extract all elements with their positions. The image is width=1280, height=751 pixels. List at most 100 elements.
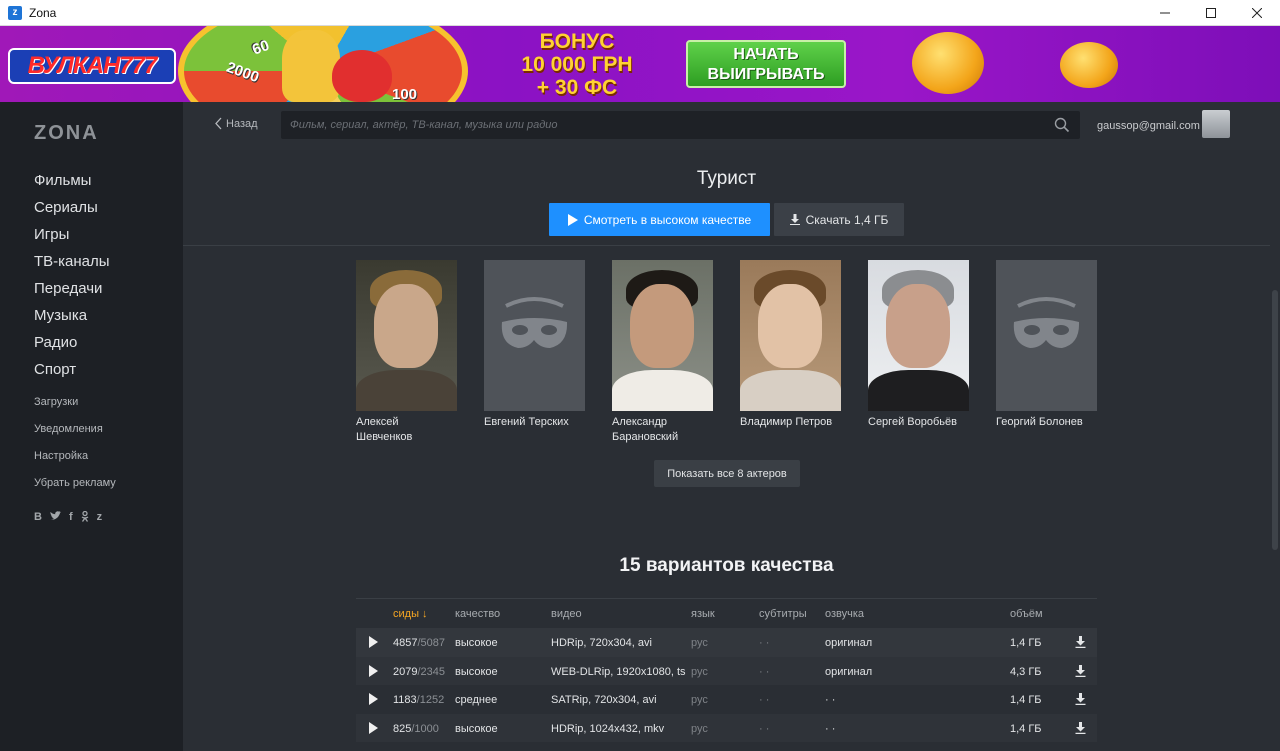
sidebar: ZONA Фильмы Сериалы Игры ТВ-каналы Перед… bbox=[0, 102, 183, 751]
voiceover-cell: оригинал bbox=[825, 637, 873, 649]
zona-social-icon[interactable]: z bbox=[97, 511, 103, 525]
play-icon[interactable] bbox=[369, 721, 378, 734]
banner-logo: ВУЛКАН777 bbox=[8, 48, 176, 84]
actor-photo bbox=[356, 260, 457, 411]
show-all-actors-button[interactable]: Показать все 8 актеров bbox=[654, 460, 800, 487]
actor-card[interactable]: Георгий Болонев bbox=[996, 260, 1097, 445]
peers-count: /5087 bbox=[417, 637, 446, 649]
table-row[interactable]: 4857/5087 высокое HDRip, 720x304, avi ру… bbox=[356, 628, 1097, 657]
download-icon[interactable] bbox=[1075, 721, 1086, 734]
coin-image bbox=[1060, 42, 1118, 88]
play-icon[interactable] bbox=[369, 693, 378, 705]
scrollbar[interactable] bbox=[1270, 150, 1280, 751]
download-button[interactable]: Скачать 1,4 ГБ bbox=[774, 203, 904, 236]
user-email[interactable]: gaussop@gmail.com bbox=[1097, 120, 1200, 132]
column-header-video[interactable]: видео bbox=[551, 608, 582, 620]
twitter-icon[interactable] bbox=[49, 511, 61, 525]
nav-item-downloads[interactable]: Загрузки bbox=[34, 396, 116, 423]
seeds-count: 2079 bbox=[393, 665, 418, 678]
column-header-voiceover[interactable]: озвучка bbox=[825, 608, 864, 620]
seeds-count: 4857 bbox=[393, 637, 418, 649]
actor-card[interactable]: Евгений Терских bbox=[484, 260, 585, 445]
nav-item-sport[interactable]: Спорт bbox=[34, 361, 110, 388]
actor-photo-placeholder bbox=[484, 260, 585, 411]
zona-app-icon: z bbox=[8, 5, 22, 20]
download-icon[interactable] bbox=[1075, 664, 1086, 677]
strawberry-mascot-image bbox=[332, 50, 392, 102]
bonus-line: 10 000 ГРН bbox=[521, 53, 633, 76]
odnoklassniki-icon[interactable] bbox=[81, 510, 89, 525]
banner-cta-button[interactable]: НАЧАТЬ ВЫИГРЫВАТЬ bbox=[686, 40, 846, 88]
column-header-language[interactable]: язык bbox=[691, 608, 715, 620]
quality-section-title: 15 вариантов качества bbox=[619, 555, 834, 576]
play-icon[interactable] bbox=[369, 636, 378, 648]
play-icon bbox=[567, 213, 578, 226]
nav-item-remove-ads[interactable]: Убрать рекламу bbox=[34, 477, 116, 504]
actor-photo-placeholder bbox=[996, 260, 1097, 411]
scrollbar-thumb[interactable] bbox=[1272, 290, 1278, 550]
watch-button[interactable]: Смотреть в высоком качестве bbox=[549, 203, 770, 236]
maximize-icon[interactable] bbox=[1188, 0, 1234, 26]
table-row[interactable]: 1183/1252 среднее SATRip, 720x304, avi р… bbox=[356, 685, 1097, 714]
window-titlebar: z Zona bbox=[0, 0, 1280, 26]
column-header-size[interactable]: объём bbox=[1010, 608, 1043, 620]
nav-item-games[interactable]: Игры bbox=[34, 226, 110, 253]
actor-name: Георгий Болонев bbox=[996, 416, 1083, 428]
search-input[interactable] bbox=[281, 111, 1041, 139]
nav-item-notifications[interactable]: Уведомления bbox=[34, 423, 116, 450]
actor-card[interactable]: Алексей Шевченков bbox=[356, 260, 457, 445]
download-icon[interactable] bbox=[1075, 636, 1086, 648]
column-header-seeds[interactable]: сиды ↓ bbox=[393, 608, 428, 620]
subtitles-cell: · · bbox=[759, 694, 770, 706]
vk-icon[interactable]: В bbox=[34, 511, 42, 525]
back-button[interactable]: Назад bbox=[215, 117, 258, 130]
back-label: Назад bbox=[226, 117, 258, 130]
actor-card[interactable]: Александр Барановский bbox=[612, 260, 713, 445]
cta-line: НАЧАТЬ bbox=[733, 46, 799, 63]
nav-item-tv-channels[interactable]: ТВ-каналы bbox=[34, 253, 110, 280]
social-links: В f z bbox=[34, 510, 103, 525]
minimize-icon[interactable] bbox=[1142, 0, 1188, 26]
banana-mascot-image bbox=[282, 30, 340, 102]
nav-item-radio[interactable]: Радио bbox=[34, 334, 110, 361]
actor-card[interactable]: Владимир Петров bbox=[740, 260, 841, 445]
window-title: Zona bbox=[29, 5, 57, 20]
download-icon[interactable] bbox=[1075, 693, 1086, 705]
actor-name: Сергей Воробьёв bbox=[868, 416, 957, 428]
nav-item-music[interactable]: Музыка bbox=[34, 307, 110, 334]
nav-item-series[interactable]: Сериалы bbox=[34, 199, 110, 226]
peers-count: /1252 bbox=[416, 694, 445, 706]
seeds-count: 1183 bbox=[393, 694, 417, 706]
zona-logo[interactable]: ZONA bbox=[34, 122, 99, 145]
actor-photo-part bbox=[356, 370, 457, 411]
column-header-quality[interactable]: качество bbox=[455, 608, 500, 620]
video-cell: WEB-DLRip, 1920x1080, ts bbox=[551, 665, 686, 678]
seeds-count: 825 bbox=[393, 722, 412, 735]
actor-card[interactable]: Сергей Воробьёв bbox=[868, 260, 969, 445]
play-icon[interactable] bbox=[369, 664, 378, 677]
language-cell: рус bbox=[691, 665, 708, 678]
nav-item-films[interactable]: Фильмы bbox=[34, 172, 110, 199]
close-icon[interactable] bbox=[1234, 0, 1280, 26]
quality-cell: высокое bbox=[455, 722, 498, 735]
download-button-label: Скачать 1,4 ГБ bbox=[805, 212, 889, 227]
quality-table-header: сиды ↓ качество видео язык субтитры озву… bbox=[356, 598, 1097, 628]
nav-item-shows[interactable]: Передачи bbox=[34, 280, 110, 307]
avatar[interactable] bbox=[1202, 110, 1230, 138]
search-icon[interactable] bbox=[1054, 117, 1070, 133]
table-row[interactable]: 2079/2345 высокое WEB-DLRip, 1920x1080, … bbox=[356, 656, 1097, 685]
peers-count: /2345 bbox=[417, 665, 446, 678]
table-row[interactable]: 825/1000 высокое HDRip, 1024x432, mkv ру… bbox=[356, 713, 1097, 742]
peers-count: /1000 bbox=[411, 722, 439, 735]
facebook-icon[interactable]: f bbox=[69, 511, 73, 525]
nav-item-settings[interactable]: Настройка bbox=[34, 450, 116, 477]
voiceover-cell: · · bbox=[825, 722, 836, 735]
secondary-nav: Загрузки Уведомления Настройка Убрать ре… bbox=[34, 396, 116, 504]
window-controls bbox=[1142, 0, 1280, 26]
actor-name: Александр Барановский bbox=[612, 416, 679, 443]
chevron-left-icon bbox=[215, 117, 222, 130]
coin-image bbox=[912, 32, 984, 94]
ad-banner[interactable]: ВУЛКАН777 09 2000 100 БОНУС 10 000 ГРН +… bbox=[0, 26, 1280, 102]
column-header-subtitles[interactable]: субтитры bbox=[759, 608, 807, 620]
seeds-cell: 825/1000 bbox=[393, 723, 439, 735]
